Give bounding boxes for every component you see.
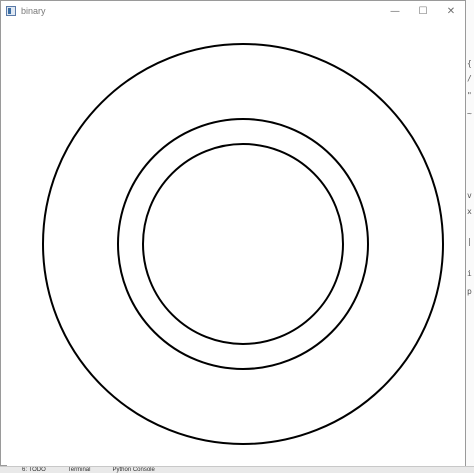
background-editor-strip: { / " ~ v x | i p — [466, 0, 474, 473]
side-glyph: i — [467, 269, 472, 278]
minimize-button[interactable]: — — [381, 1, 409, 21]
inner-circle — [142, 143, 344, 345]
python-console-tab[interactable]: Python Console — [112, 467, 154, 473]
side-glyph: | — [467, 237, 472, 246]
title-bar[interactable]: binary — ☐ ✕ — [1, 1, 465, 21]
binary-window: binary — ☐ ✕ — [0, 0, 466, 466]
side-glyph: { — [467, 59, 472, 68]
side-glyph: ~ — [467, 109, 472, 118]
side-glyph: v — [467, 191, 472, 200]
rings-drawing — [42, 43, 444, 445]
maximize-button[interactable]: ☐ — [409, 1, 437, 21]
screen: binary — ☐ ✕ { / " ~ v x | i p 6: TODO T… — [0, 0, 474, 473]
side-glyph: x — [467, 207, 472, 216]
image-canvas — [7, 22, 465, 466]
window-controls: — ☐ ✕ — [381, 1, 465, 21]
todo-tab[interactable]: 6: TODO — [22, 467, 46, 473]
terminal-tab[interactable]: Terminal — [68, 467, 91, 473]
side-glyph: " — [467, 91, 472, 100]
side-glyph: / — [467, 74, 472, 83]
app-window-icon — [6, 6, 16, 16]
ide-bottom-toolbar: 6: TODO Terminal Python Console — [0, 466, 474, 473]
outer-circle — [42, 43, 444, 445]
window-title: binary — [21, 6, 46, 16]
side-glyph: p — [467, 287, 472, 296]
middle-circle — [117, 118, 369, 370]
close-button[interactable]: ✕ — [437, 1, 465, 21]
